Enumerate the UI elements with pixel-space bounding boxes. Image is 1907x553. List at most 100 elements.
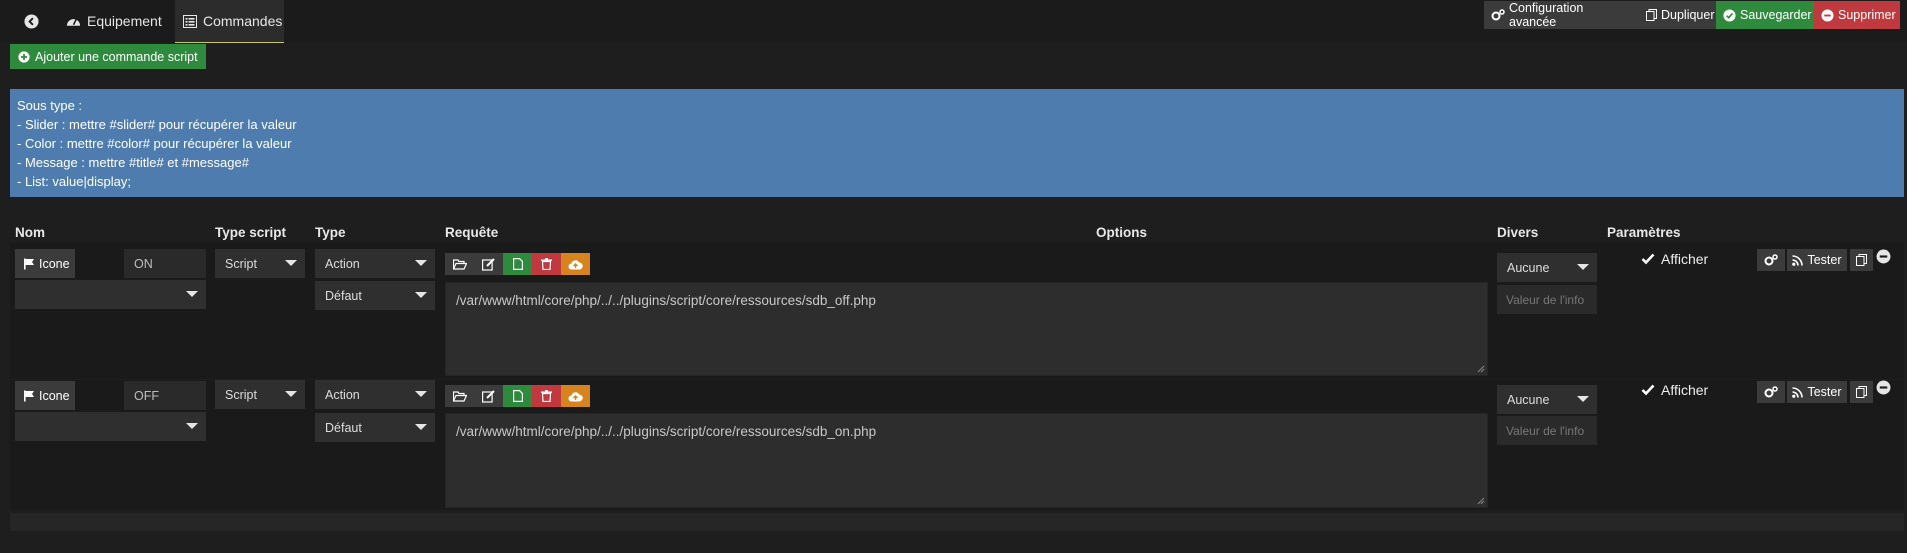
info-line: - Slider : mettre #slider# pour récupére… [17,117,297,132]
new-file-button[interactable] [503,253,532,275]
list-alt-icon [183,14,197,28]
select-value: Aucune [1507,260,1550,275]
divers-select[interactable]: Aucune [1497,385,1597,414]
caret-down-icon [415,424,427,430]
request-textarea[interactable]: /var/www/html/core/php/../../plugins/scr… [445,413,1488,508]
select-value: Action [325,256,360,271]
remove-command-button[interactable] [1876,380,1891,395]
caret-down-icon [186,423,198,429]
info-line: Sous type : [17,98,83,113]
type-script-select[interactable]: Script [215,249,305,278]
test-button[interactable]: Tester [1787,381,1847,403]
rss-icon [1792,386,1804,398]
upload-file-button[interactable] [561,253,590,275]
afficher-checkbox[interactable]: Afficher [1641,382,1708,398]
header-nom: Nom [15,225,45,240]
tab-equipement[interactable]: Equipement [58,0,170,42]
button-label: Dupliquer [1661,8,1715,22]
subtype-select[interactable]: Défaut [315,281,435,310]
cloud-upload-icon [568,259,583,270]
type-script-select[interactable]: Script [215,380,305,409]
info-value-input[interactable]: Valeur de l'info [1497,416,1597,445]
check-circle-icon [1723,8,1736,22]
file-icon [512,258,523,270]
select-value: Défaut [325,420,362,435]
trash-icon [541,390,552,402]
placeholder: Valeur de l'info [1506,423,1585,438]
resize-grip-icon[interactable] [1476,496,1485,505]
check-icon [1641,384,1655,396]
value-select[interactable] [15,412,206,441]
delete-button[interactable]: Supprimer [1814,1,1900,29]
duplicate-command-button[interactable] [1850,381,1873,403]
add-command-button[interactable]: Ajouter une commande script [10,44,206,69]
command-name-input[interactable]: OFF [124,381,206,410]
caret-down-icon [1577,396,1589,402]
select-value: Défaut [325,288,362,303]
edit-file-button[interactable] [474,385,503,407]
test-button[interactable]: Tester [1787,249,1847,271]
command-config-button[interactable] [1757,381,1785,403]
value-select[interactable] [15,280,206,309]
duplicate-command-button[interactable] [1850,249,1873,271]
copy-icon [1856,254,1867,266]
button-label: Icone [39,256,70,271]
afficher-checkbox[interactable]: Afficher [1641,251,1708,267]
tab-commandes[interactable]: Commandes [175,0,284,43]
resize-grip-icon[interactable] [1476,364,1485,373]
back-button[interactable] [12,0,50,42]
duplicate-button[interactable]: Dupliquer [1639,1,1716,29]
select-value: Script [225,256,257,271]
advanced-config-button[interactable]: Configuration avancée [1484,1,1639,29]
command-name-input[interactable]: ON [124,249,206,278]
info-line: - Color : mettre #color# pour récupérer … [17,136,292,151]
info-line: - List: value|display; [17,174,131,189]
edit-file-button[interactable] [474,253,503,275]
minus-circle-icon [1821,8,1834,22]
caret-down-icon [285,260,297,266]
button-label: Ajouter une commande script [35,49,198,64]
browse-file-button[interactable] [445,385,474,407]
button-label: Icone [39,388,70,403]
button-label: Tester [1807,385,1842,399]
delete-file-button[interactable] [532,385,561,407]
request-textarea[interactable]: /var/www/html/core/php/../../plugins/scr… [445,282,1488,376]
icon-chooser-button[interactable]: Icone [15,381,75,410]
tab-label: Commandes [203,13,283,29]
dashboard-icon [66,14,81,28]
delete-file-button[interactable] [532,253,561,275]
check-icon [1641,253,1655,265]
caret-down-icon [415,260,427,266]
copy-icon [1856,386,1867,398]
header-type-script: Type script [215,225,287,240]
copy-icon [1646,9,1657,21]
checkbox-label: Afficher [1661,251,1709,267]
browse-file-button[interactable] [445,253,474,275]
remove-command-button[interactable] [1876,249,1891,264]
table-footer [10,513,1904,531]
caret-down-icon [415,391,427,397]
button-label: Sauvegarder [1740,8,1812,22]
new-file-button[interactable] [503,385,532,407]
header-parametres: Paramètres [1607,225,1681,240]
flag-icon [23,258,35,270]
save-button[interactable]: Sauvegarder [1716,1,1814,29]
button-label: Configuration avancée [1509,1,1584,29]
folder-open-icon [452,390,467,402]
upload-file-button[interactable] [561,385,590,407]
rss-icon [1792,254,1804,266]
divers-select[interactable]: Aucune [1497,253,1597,282]
command-config-button[interactable] [1757,249,1785,271]
minus-circle-icon [1876,249,1891,264]
header-divers: Divers [1497,225,1539,240]
icon-chooser-button[interactable]: Icone [15,249,75,278]
info-value-input[interactable]: Valeur de l'info [1497,285,1597,314]
plus-circle-icon [18,50,30,63]
select-value: Script [225,387,257,402]
type-select[interactable]: Action [315,249,435,278]
flag-icon [23,390,35,402]
subtype-select[interactable]: Défaut [315,413,435,442]
caret-down-icon [186,291,198,297]
request-value: /var/www/html/core/php/../../plugins/scr… [456,424,877,439]
type-select[interactable]: Action [315,380,435,409]
